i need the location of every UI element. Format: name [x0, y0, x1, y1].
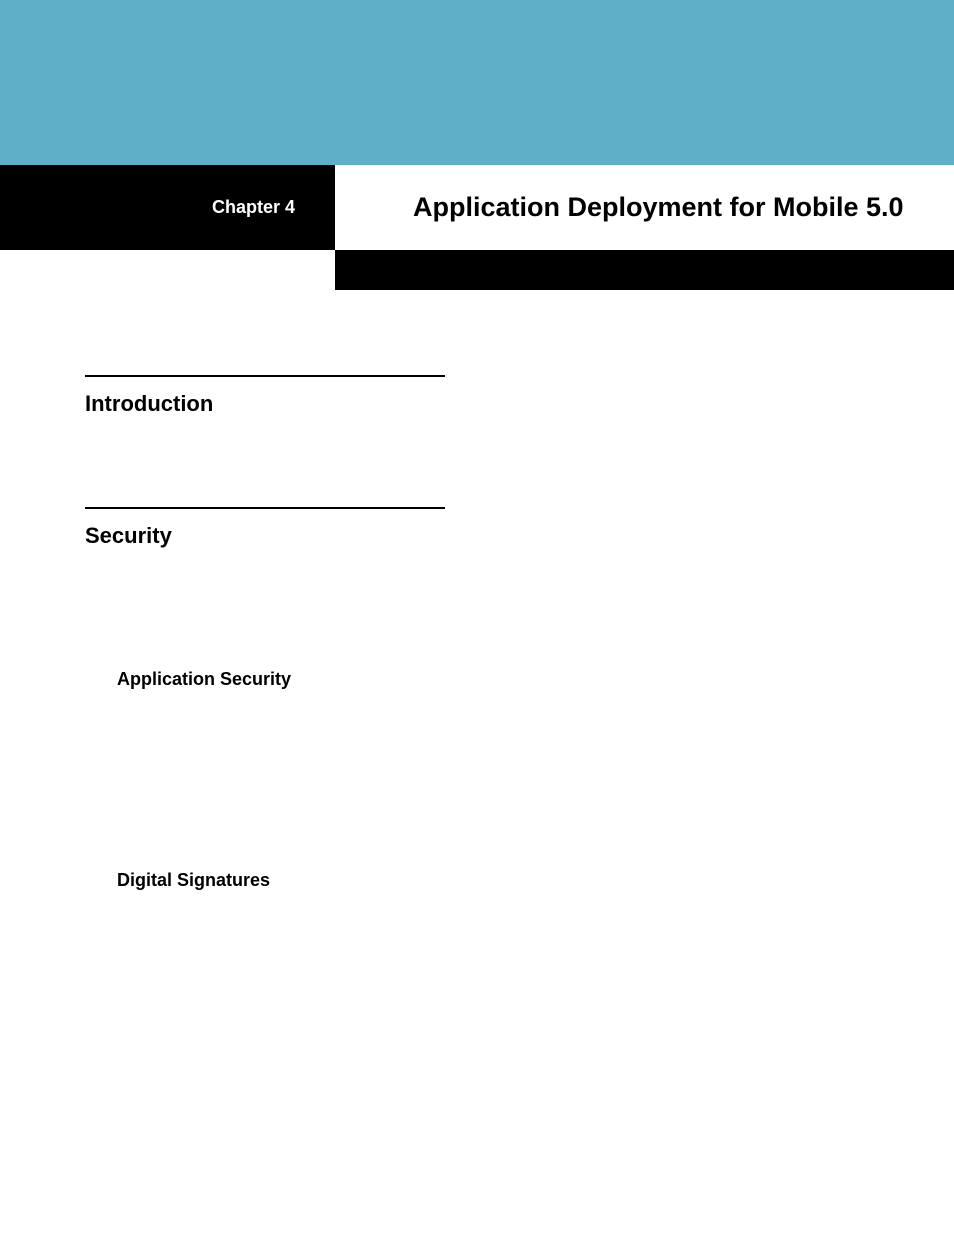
chapter-title: Application Deployment for Mobile 5.0 — [413, 192, 904, 223]
subsection-heading-application-security: Application Security — [117, 669, 954, 690]
chapter-label-box: Chapter 4 — [0, 165, 335, 250]
section-divider — [85, 375, 445, 377]
chapter-header-row: Chapter 4 Application Deployment for Mob… — [0, 165, 954, 250]
page-content: Introduction Security Application Securi… — [0, 290, 954, 891]
top-banner — [0, 0, 954, 165]
section-divider — [85, 507, 445, 509]
black-bar-spacer — [0, 250, 335, 290]
section-heading-security: Security — [85, 523, 954, 549]
chapter-label: Chapter 4 — [212, 197, 295, 218]
black-bar-row — [0, 250, 954, 290]
black-bar — [335, 250, 954, 290]
subsection-heading-digital-signatures: Digital Signatures — [117, 870, 954, 891]
section-heading-introduction: Introduction — [85, 391, 954, 417]
chapter-title-box: Application Deployment for Mobile 5.0 — [335, 165, 954, 250]
